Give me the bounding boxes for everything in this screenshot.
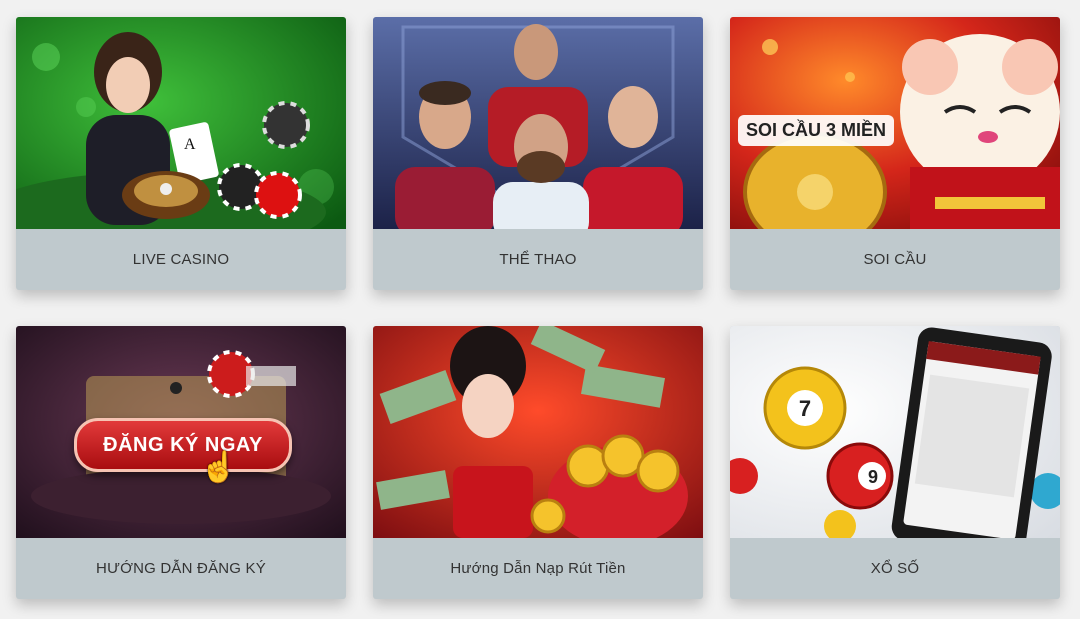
live-casino-image: A	[16, 17, 346, 229]
hand-cursor-icon: ☝	[200, 451, 238, 484]
card-label: HƯỚNG DẪN ĐĂNG KÝ	[96, 560, 266, 577]
card-live-casino[interactable]: A LIVE CASINO	[16, 17, 346, 290]
ball-number: 9	[868, 467, 878, 487]
card-label: LIVE CASINO	[132, 251, 230, 268]
card-the-thao[interactable]: THỂ THAO	[373, 17, 703, 290]
dang-ky-image: ĐĂNG KÝ NGAY ☝	[16, 326, 346, 538]
card-label: THỂ THAO	[499, 251, 577, 268]
soi-cau-banner: SOI CẦU 3 MIỀN	[738, 115, 895, 146]
card-soi-cau[interactable]: SOI CẦU 3 MIỀN SOI CẦU	[730, 17, 1060, 290]
the-thao-image	[373, 17, 703, 229]
soi-cau-image: SOI CẦU 3 MIỀN	[730, 17, 1060, 229]
nap-rut-tien-image	[373, 326, 703, 538]
card-label: SOI CẦU	[863, 251, 927, 268]
card-huong-dan-dang-ky[interactable]: ĐĂNG KÝ NGAY ☝ HƯỚNG DẪN ĐĂNG KÝ	[16, 326, 346, 599]
ball-number: 7	[799, 396, 811, 421]
svg-text:A: A	[184, 136, 196, 153]
card-label: XỔ SỐ	[870, 560, 920, 577]
card-label: Hướng Dẫn Nạp Rút Tiền	[450, 560, 626, 577]
card-xo-so[interactable]: 7 9 XỔ SỐ	[730, 326, 1060, 599]
card-nap-rut-tien[interactable]: Hướng Dẫn Nạp Rút Tiền	[373, 326, 703, 599]
xo-so-image: 7 9	[730, 326, 1060, 538]
dang-ky-ngay-button[interactable]: ĐĂNG KÝ NGAY	[74, 418, 292, 472]
